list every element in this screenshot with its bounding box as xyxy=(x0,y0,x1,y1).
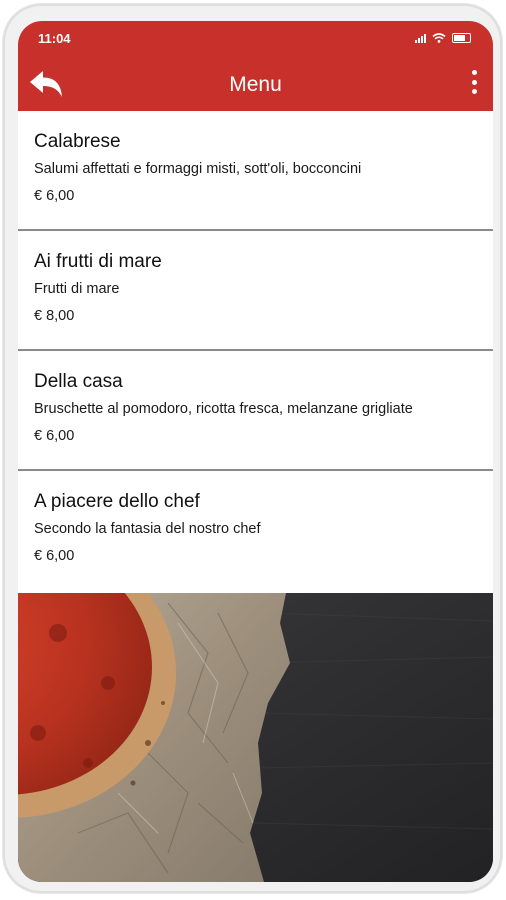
item-name: Della casa xyxy=(34,371,123,392)
menu-item-ai-frutti-di-mare[interactable]: Ai frutti di mare Frutti di mare € 8,00 xyxy=(18,231,493,351)
item-price: € 8,00 xyxy=(34,308,75,324)
phone-frame: 11:04 Menu Calabrese Salumi affettati e … xyxy=(3,4,502,893)
menu-item-calabrese[interactable]: Calabrese Salumi affettati e formaggi mi… xyxy=(18,111,493,231)
menu-item-a-piacere-dello-chef[interactable]: A piacere dello chef Secondo la fantasia… xyxy=(18,471,493,592)
page-title: Menu xyxy=(229,73,282,96)
item-name: Ai frutti di mare xyxy=(34,251,162,272)
menu-list: Calabrese Salumi affettati e formaggi mi… xyxy=(18,111,493,592)
battery-icon xyxy=(452,33,471,43)
item-description: Salumi affettati e formaggi misti, sott'… xyxy=(34,161,362,177)
item-description: Frutti di mare xyxy=(34,281,120,297)
pizza-background-image xyxy=(18,593,493,882)
item-description: Secondo la fantasia del nostro chef xyxy=(34,521,261,537)
item-price: € 6,00 xyxy=(34,188,75,204)
app-bar: 11:04 Menu xyxy=(18,21,493,111)
wifi-icon xyxy=(432,33,446,43)
more-options-button[interactable] xyxy=(467,70,481,94)
item-description: Bruschette al pomodoro, ricotta fresca, … xyxy=(34,401,413,417)
item-name: Calabrese xyxy=(34,131,121,152)
status-time: 11:04 xyxy=(38,31,71,46)
item-price: € 6,00 xyxy=(34,428,75,444)
item-price: € 6,00 xyxy=(34,548,75,564)
menu-item-della-casa[interactable]: Della casa Bruschette al pomodoro, ricot… xyxy=(18,351,493,471)
app-screen: 11:04 Menu Calabrese Salumi affettati e … xyxy=(18,21,493,882)
signal-icon xyxy=(415,33,426,43)
item-name: A piacere dello chef xyxy=(34,491,200,512)
pizza-photo-illustration xyxy=(18,593,493,882)
status-icons xyxy=(415,33,471,43)
more-vertical-icon xyxy=(471,70,477,75)
